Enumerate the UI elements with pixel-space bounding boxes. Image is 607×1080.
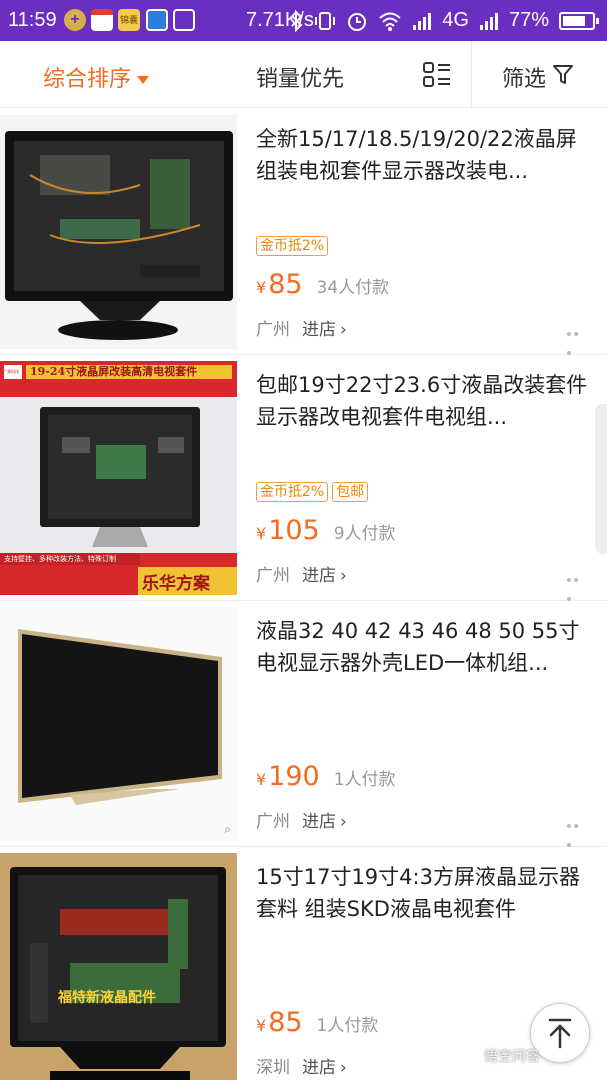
sort-bar: 综合排序 销量优先 筛选 <box>0 41 607 108</box>
product-card[interactable]: 全新15/17/18.5/19/20/22液晶屏组装电视套件显示器改装电... … <box>0 109 607 355</box>
price-row: ¥ 85 1人付款 <box>256 1007 378 1038</box>
product-title[interactable]: 15寸17寸19寸4:3方屏液晶显示器套料 组装SKD液晶电视套件 <box>256 861 589 925</box>
product-list: 全新15/17/18.5/19/20/22液晶屏组装电视套件显示器改装电... … <box>0 109 607 1080</box>
product-card[interactable]: ⌕ 液晶32 40 42 43 46 48 50 55寸电视显示器外壳LED一体… <box>0 601 607 847</box>
product-info: 包邮19寸22寸23.6寸液晶改装套件显示器改电视套件电视组... 金币抵2% … <box>256 355 589 586</box>
free-shipping-tag: 包邮 <box>332 482 369 502</box>
paid-count: 1人付款 <box>316 1016 379 1036</box>
sort-default-label: 综合排序 <box>43 67 132 92</box>
status-time: 11:59 <box>8 9 57 31</box>
seller-location: 广州 <box>256 320 290 340</box>
product-image[interactable]: 福特新液晶配件 <box>0 853 237 1080</box>
chevron-right-icon: › <box>340 812 347 832</box>
enter-shop-link[interactable]: 进店 <box>302 812 336 832</box>
vibrate-icon <box>315 11 336 30</box>
currency-symbol: ¥ <box>256 770 267 789</box>
alarm-icon <box>348 12 367 31</box>
product-image[interactable]: ⌕ <box>0 607 237 841</box>
product-info: 15寸17寸19寸4:3方屏液晶显示器套料 组装SKD液晶电视套件 ¥ 85 1… <box>256 847 589 1078</box>
battery-percent: 77% <box>508 9 549 31</box>
paid-count: 34人付款 <box>316 278 390 298</box>
coin-icon: + <box>64 9 86 31</box>
wifi-icon <box>379 12 401 31</box>
location-row: 深圳 进店 › <box>256 1053 347 1078</box>
location-row: 广州 进店 › <box>256 561 347 586</box>
sort-default-tab[interactable]: 综合排序 <box>43 61 150 93</box>
product-card[interactable]: 广源科技 19-24寸液晶屏改装高清电视套件 支持壁挂、多种改装方法、特殊订制 … <box>0 355 607 601</box>
filter-icon[interactable] <box>552 63 574 85</box>
signal-icon <box>413 12 432 30</box>
product-image[interactable]: 广源科技 19-24寸液晶屏改装高清电视套件 支持壁挂、多种改装方法、特殊订制 … <box>0 361 237 595</box>
product-image[interactable] <box>0 115 237 349</box>
more-options-icon[interactable] <box>567 813 587 847</box>
more-options-icon[interactable] <box>567 567 587 601</box>
paid-count: 1人付款 <box>333 770 396 790</box>
status-bar: 11:59 + 锦囊 7.71K/s 4G 77% <box>0 0 607 41</box>
product-title[interactable]: 包邮19寸22寸23.6寸液晶改装套件显示器改电视套件电视组... <box>256 369 589 433</box>
chevron-right-icon: › <box>340 566 347 586</box>
price-row: ¥ 85 34人付款 <box>256 269 389 300</box>
zoom-icon: ⌕ <box>224 822 231 836</box>
seller-location: 广州 <box>256 812 290 832</box>
image-logo: 广源科技 <box>3 369 19 374</box>
chevron-right-icon: › <box>340 320 347 340</box>
location-row: 广州 进店 › <box>256 315 347 340</box>
enter-shop-link[interactable]: 进店 <box>302 566 336 586</box>
currency-symbol: ¥ <box>256 524 267 543</box>
product-info: 液晶32 40 42 43 46 48 50 55寸电视显示器外壳LED一体机组… <box>256 601 589 832</box>
coin-discount-tag: 金币抵2% <box>256 236 329 256</box>
shield-app-icon <box>146 9 168 31</box>
currency-symbol: ¥ <box>256 278 267 297</box>
caret-down-icon <box>137 76 150 84</box>
location-row: 广州 进店 › <box>256 807 347 832</box>
chevron-right-icon: › <box>340 1058 347 1078</box>
list-view-toggle-icon[interactable] <box>422 61 452 89</box>
signal-icon-2 <box>479 12 498 30</box>
more-options-icon[interactable] <box>567 321 587 355</box>
price-row: ¥ 105 9人付款 <box>256 515 396 546</box>
enter-shop-link[interactable]: 进店 <box>302 1058 336 1078</box>
side-drawer-handle[interactable] <box>595 404 607 554</box>
enter-shop-link[interactable]: 进店 <box>302 320 336 340</box>
product-info: 全新15/17/18.5/19/20/22液晶屏组装电视套件显示器改装电... … <box>256 109 589 340</box>
seller-location: 广州 <box>256 566 290 586</box>
product-price: 190 <box>268 761 320 792</box>
product-title[interactable]: 全新15/17/18.5/19/20/22液晶屏组装电视套件显示器改装电... <box>256 123 589 187</box>
sort-sales-tab[interactable]: 销量优先 <box>256 61 344 93</box>
product-price: 85 <box>268 1007 303 1038</box>
price-row: ¥ 190 1人付款 <box>256 761 396 792</box>
image-caption-text: 支持壁挂、多种改装方法、特殊订制 <box>4 555 116 563</box>
seller-location: 深圳 <box>256 1058 290 1078</box>
product-tags: 金币抵2% 包邮 <box>256 482 369 502</box>
product-price: 85 <box>268 269 303 300</box>
bluetooth-icon <box>291 9 303 32</box>
product-price: 105 <box>268 515 320 546</box>
yellow-app-icon: 锦囊 <box>118 9 140 31</box>
product-tags: 金币抵2% <box>256 236 329 256</box>
coin-discount-tag: 金币抵2% <box>256 482 329 502</box>
image-banner-text: 19-24寸液晶屏改装高清电视套件 <box>30 365 198 378</box>
image-brand-text: 乐华方案 <box>142 574 210 594</box>
paid-count: 9人付款 <box>333 524 396 544</box>
sort-bar-divider <box>471 41 472 108</box>
watermark-text: 悟空问答 <box>484 1049 540 1065</box>
news-app-icon <box>91 9 113 31</box>
battery-icon <box>559 11 599 30</box>
network-type: 4G <box>442 9 469 31</box>
currency-symbol: ¥ <box>256 1016 267 1035</box>
filter-button[interactable]: 筛选 <box>502 61 546 93</box>
scan-app-icon <box>173 9 195 31</box>
product-title[interactable]: 液晶32 40 42 43 46 48 50 55寸电视显示器外壳LED一体机组… <box>256 615 589 679</box>
image-overlay-text: 福特新液晶配件 <box>58 990 156 1006</box>
